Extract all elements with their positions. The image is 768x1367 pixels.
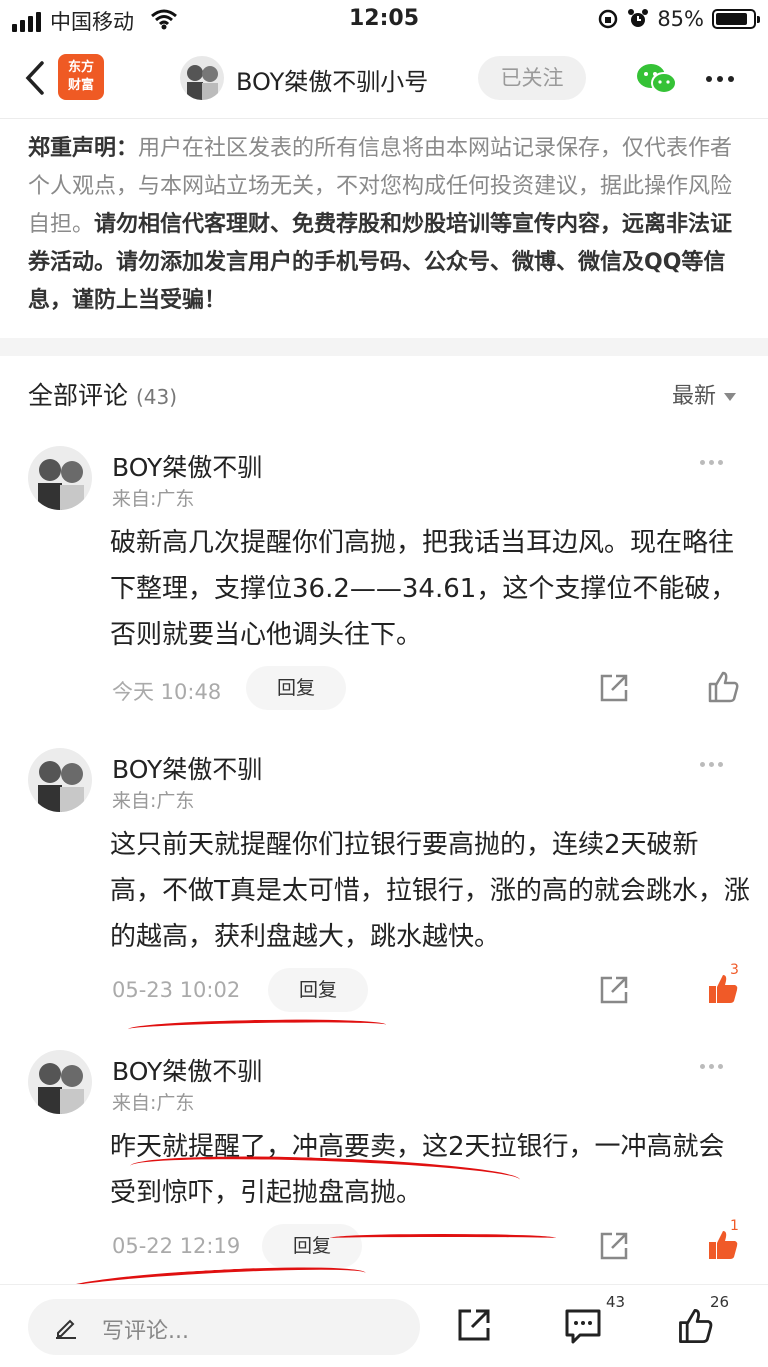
comment-time: 05-23 10:02: [112, 978, 241, 1002]
comments-title: 全部评论: [28, 381, 129, 410]
disclaimer-head: 郑重声明：: [28, 136, 139, 161]
avatar[interactable]: [28, 748, 92, 812]
thumbs-up-icon[interactable]: [676, 1307, 714, 1345]
comment-location: 来自:广东: [112, 1092, 195, 1114]
share-icon[interactable]: [456, 1307, 492, 1343]
sort-dropdown[interactable]: 最新: [672, 378, 736, 410]
disclaimer-warning: 请勿相信代客理财、免费荐股和炒股培训等宣传内容，远离非法证券活动。请勿添加发言用…: [28, 212, 733, 313]
reply-button[interactable]: 回复: [262, 1224, 362, 1268]
avatar[interactable]: [180, 56, 224, 100]
alarm-icon: [628, 9, 649, 27]
bottom-bar: 写评论... 43 26: [0, 1284, 768, 1367]
more-icon[interactable]: [706, 76, 734, 82]
chevron-down-icon: [724, 393, 736, 401]
comment-icon[interactable]: [564, 1307, 602, 1345]
disclaimer: 郑重声明：用户在社区发表的所有信息将由本网站记录保存，仅代表作者个人观点，与本网…: [28, 130, 744, 320]
like-count: 1: [730, 1218, 739, 1234]
pencil-icon: [56, 1319, 76, 1339]
comment-author[interactable]: BOY桀傲不驯: [112, 1052, 262, 1088]
section-gap: [0, 338, 768, 356]
nav-bar: 东方 财富 BOY桀傲不驯小号 已关注: [0, 40, 768, 118]
comment-time: 05-22 12:19: [112, 1234, 241, 1258]
wechat-icon[interactable]: [636, 62, 678, 96]
comment-count: 43: [606, 1293, 626, 1311]
comment-item: BOY桀傲不驯 来自:广东 破新高几次提醒你们高抛，把我话当耳边风。现在略往下整…: [0, 446, 768, 736]
comment-location: 来自:广东: [112, 790, 195, 812]
comment-text: 这只前天就提醒你们拉银行要高抛的，连续2天破新高，不做T真是太可惜，拉银行，涨的…: [110, 830, 750, 952]
avatar[interactable]: [28, 446, 92, 510]
app-logo[interactable]: 东方 财富: [58, 54, 104, 100]
divider: [0, 118, 768, 119]
reply-button[interactable]: 回复: [246, 666, 346, 710]
comment-input[interactable]: 写评论...: [28, 1299, 420, 1355]
comment-author[interactable]: BOY桀傲不驯: [112, 448, 262, 484]
rotation-lock-icon: [599, 9, 618, 29]
comments-header: 全部评论 (43) 最新: [0, 356, 768, 432]
like-count: 3: [730, 962, 739, 978]
reply-button[interactable]: 回复: [268, 968, 368, 1012]
follow-button[interactable]: 已关注: [478, 56, 586, 100]
share-icon[interactable]: [598, 974, 630, 1006]
comment-location: 来自:广东: [112, 488, 195, 510]
more-icon[interactable]: [700, 460, 723, 465]
annotation-underline: [330, 1234, 556, 1242]
thumbs-up-icon[interactable]: [706, 670, 740, 704]
avatar[interactable]: [28, 1050, 92, 1114]
share-icon[interactable]: [598, 1230, 630, 1262]
status-bar: 中国移动 12:05 85%: [0, 0, 768, 40]
share-icon[interactable]: [598, 672, 630, 704]
battery-percent: 85%: [657, 7, 704, 31]
page-title: BOY桀傲不驯小号: [236, 68, 429, 96]
like-count: 26: [710, 1293, 730, 1311]
back-icon[interactable]: [22, 60, 48, 96]
comments-count: (43): [135, 385, 178, 409]
comment-time: 今天 10:48: [112, 680, 222, 704]
comment-item: BOY桀傲不驯 来自:广东 这只前天就提醒你们拉银行要高抛的，连续2天破新高，不…: [0, 748, 768, 1038]
comment-text: 破新高几次提醒你们高抛，把我话当耳边风。现在略往下整理，支撑位36.2——34.…: [110, 528, 737, 650]
battery-icon: [712, 9, 760, 29]
more-icon[interactable]: [700, 762, 723, 767]
more-icon[interactable]: [700, 1064, 723, 1069]
comment-author[interactable]: BOY桀傲不驯: [112, 750, 262, 786]
